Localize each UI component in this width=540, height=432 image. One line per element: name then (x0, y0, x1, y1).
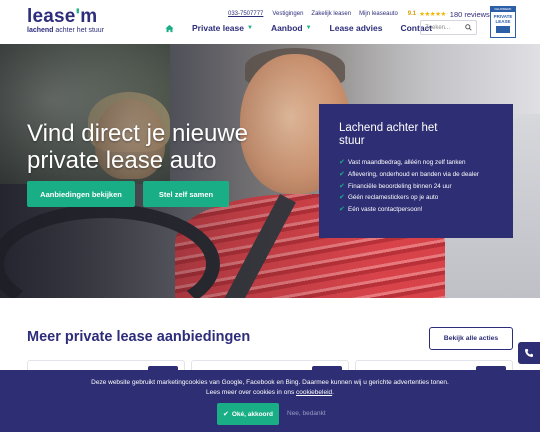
usp-panel: Lachend achter het stuur ✔ Vast maandbedr… (319, 104, 513, 238)
keurmerk-badge[interactable]: KEURMERK PRIVATE LEASE (490, 6, 516, 38)
view-all-offers-button[interactable]: Bekijk alle acties (429, 327, 513, 350)
section-title: Meer private lease aanbiedingen (27, 329, 251, 345)
usp-item: ✔ Financiële beoordeling binnen 24 uur (339, 181, 493, 193)
chevron-down-icon: ▼ (305, 25, 312, 31)
topbar-link-zakelijk[interactable]: Zakelijk leasen (311, 11, 351, 17)
usp-title: Lachend achter het stuur (339, 122, 438, 147)
badge-car-icon (496, 26, 510, 33)
badge-label: PRIVATE LEASE (493, 14, 513, 24)
topbar-link-mijn-leaseauto[interactable]: Mijn leaseauto (359, 11, 398, 17)
check-icon: ✔ (339, 194, 345, 202)
topbar-link-vestigingen[interactable]: Vestigingen (272, 11, 303, 17)
logo-tagline: lachend achter het stuur (27, 27, 105, 34)
badge-top-label: KEURMERK (491, 7, 515, 12)
cookie-policy-link[interactable]: cookiebeleid (296, 389, 332, 396)
search-placeholder: Zoeken... (425, 24, 451, 31)
cookie-banner: Deze website gebruikt marketingcookies v… (0, 370, 540, 432)
view-offers-button[interactable]: Aanbiedingen bekijken (27, 181, 135, 207)
logo-word-suffix: m (80, 6, 98, 27)
main-nav: Private lease ▼ Aanbod ▼ Lease advies Cont… (165, 21, 450, 35)
check-icon: ✔ (339, 206, 345, 214)
check-icon: ✔ (222, 411, 229, 418)
reviews-link[interactable]: 180 reviews (450, 10, 490, 19)
check-icon: ✔ (339, 182, 345, 190)
accept-cookies-button[interactable]: ✔ Oké, akkoord (217, 403, 279, 425)
configure-button[interactable]: Stel zelf samen (143, 181, 229, 207)
nav-item-private-lease[interactable]: Private lease ▼ (192, 23, 253, 33)
rating-stars-icon: ★★★★★ (419, 11, 446, 18)
decline-cookies-button[interactable]: Nee, bedankt (287, 410, 326, 417)
home-icon[interactable] (165, 24, 174, 33)
check-icon: ✔ (339, 159, 345, 166)
cookie-text: Deze website gebruikt marketingcookies v… (91, 379, 449, 396)
nav-item-aanbod[interactable]: Aanbod ▼ (271, 23, 312, 33)
logo[interactable]: lease'm lachend achter het stuur (27, 6, 105, 35)
hero-title: Vind direct je nieuwe private lease auto (27, 120, 249, 174)
phone-link[interactable]: 033-7507777 (228, 11, 263, 17)
nav-item-lease-advies[interactable]: Lease advies (330, 23, 383, 33)
logo-word: lease (27, 6, 76, 27)
usp-item: ✔ Eén vaste contactpersoon! (339, 204, 493, 216)
usp-item: ✔ Vast maandbedrag, alléén nog zelf tanke… (339, 157, 493, 169)
chevron-down-icon: ▼ (246, 25, 253, 31)
phone-icon (525, 349, 533, 357)
check-icon: ✔ (339, 170, 345, 178)
search-input[interactable]: Zoeken... (420, 20, 477, 35)
review-score: 9.1 (407, 11, 417, 17)
usp-item: ✔ Géén reclamestickers op je auto (339, 192, 493, 204)
top-bar: 033-7507777 Vestigingen Zakelijk leasen … (228, 9, 490, 19)
phone-button[interactable] (518, 342, 540, 364)
usp-item: ✔ Aflevering, onderhoud en banden via de … (339, 169, 493, 181)
site-header: lease'm lachend achter het stuur 033-750… (0, 0, 540, 44)
search-icon[interactable] (465, 24, 472, 31)
